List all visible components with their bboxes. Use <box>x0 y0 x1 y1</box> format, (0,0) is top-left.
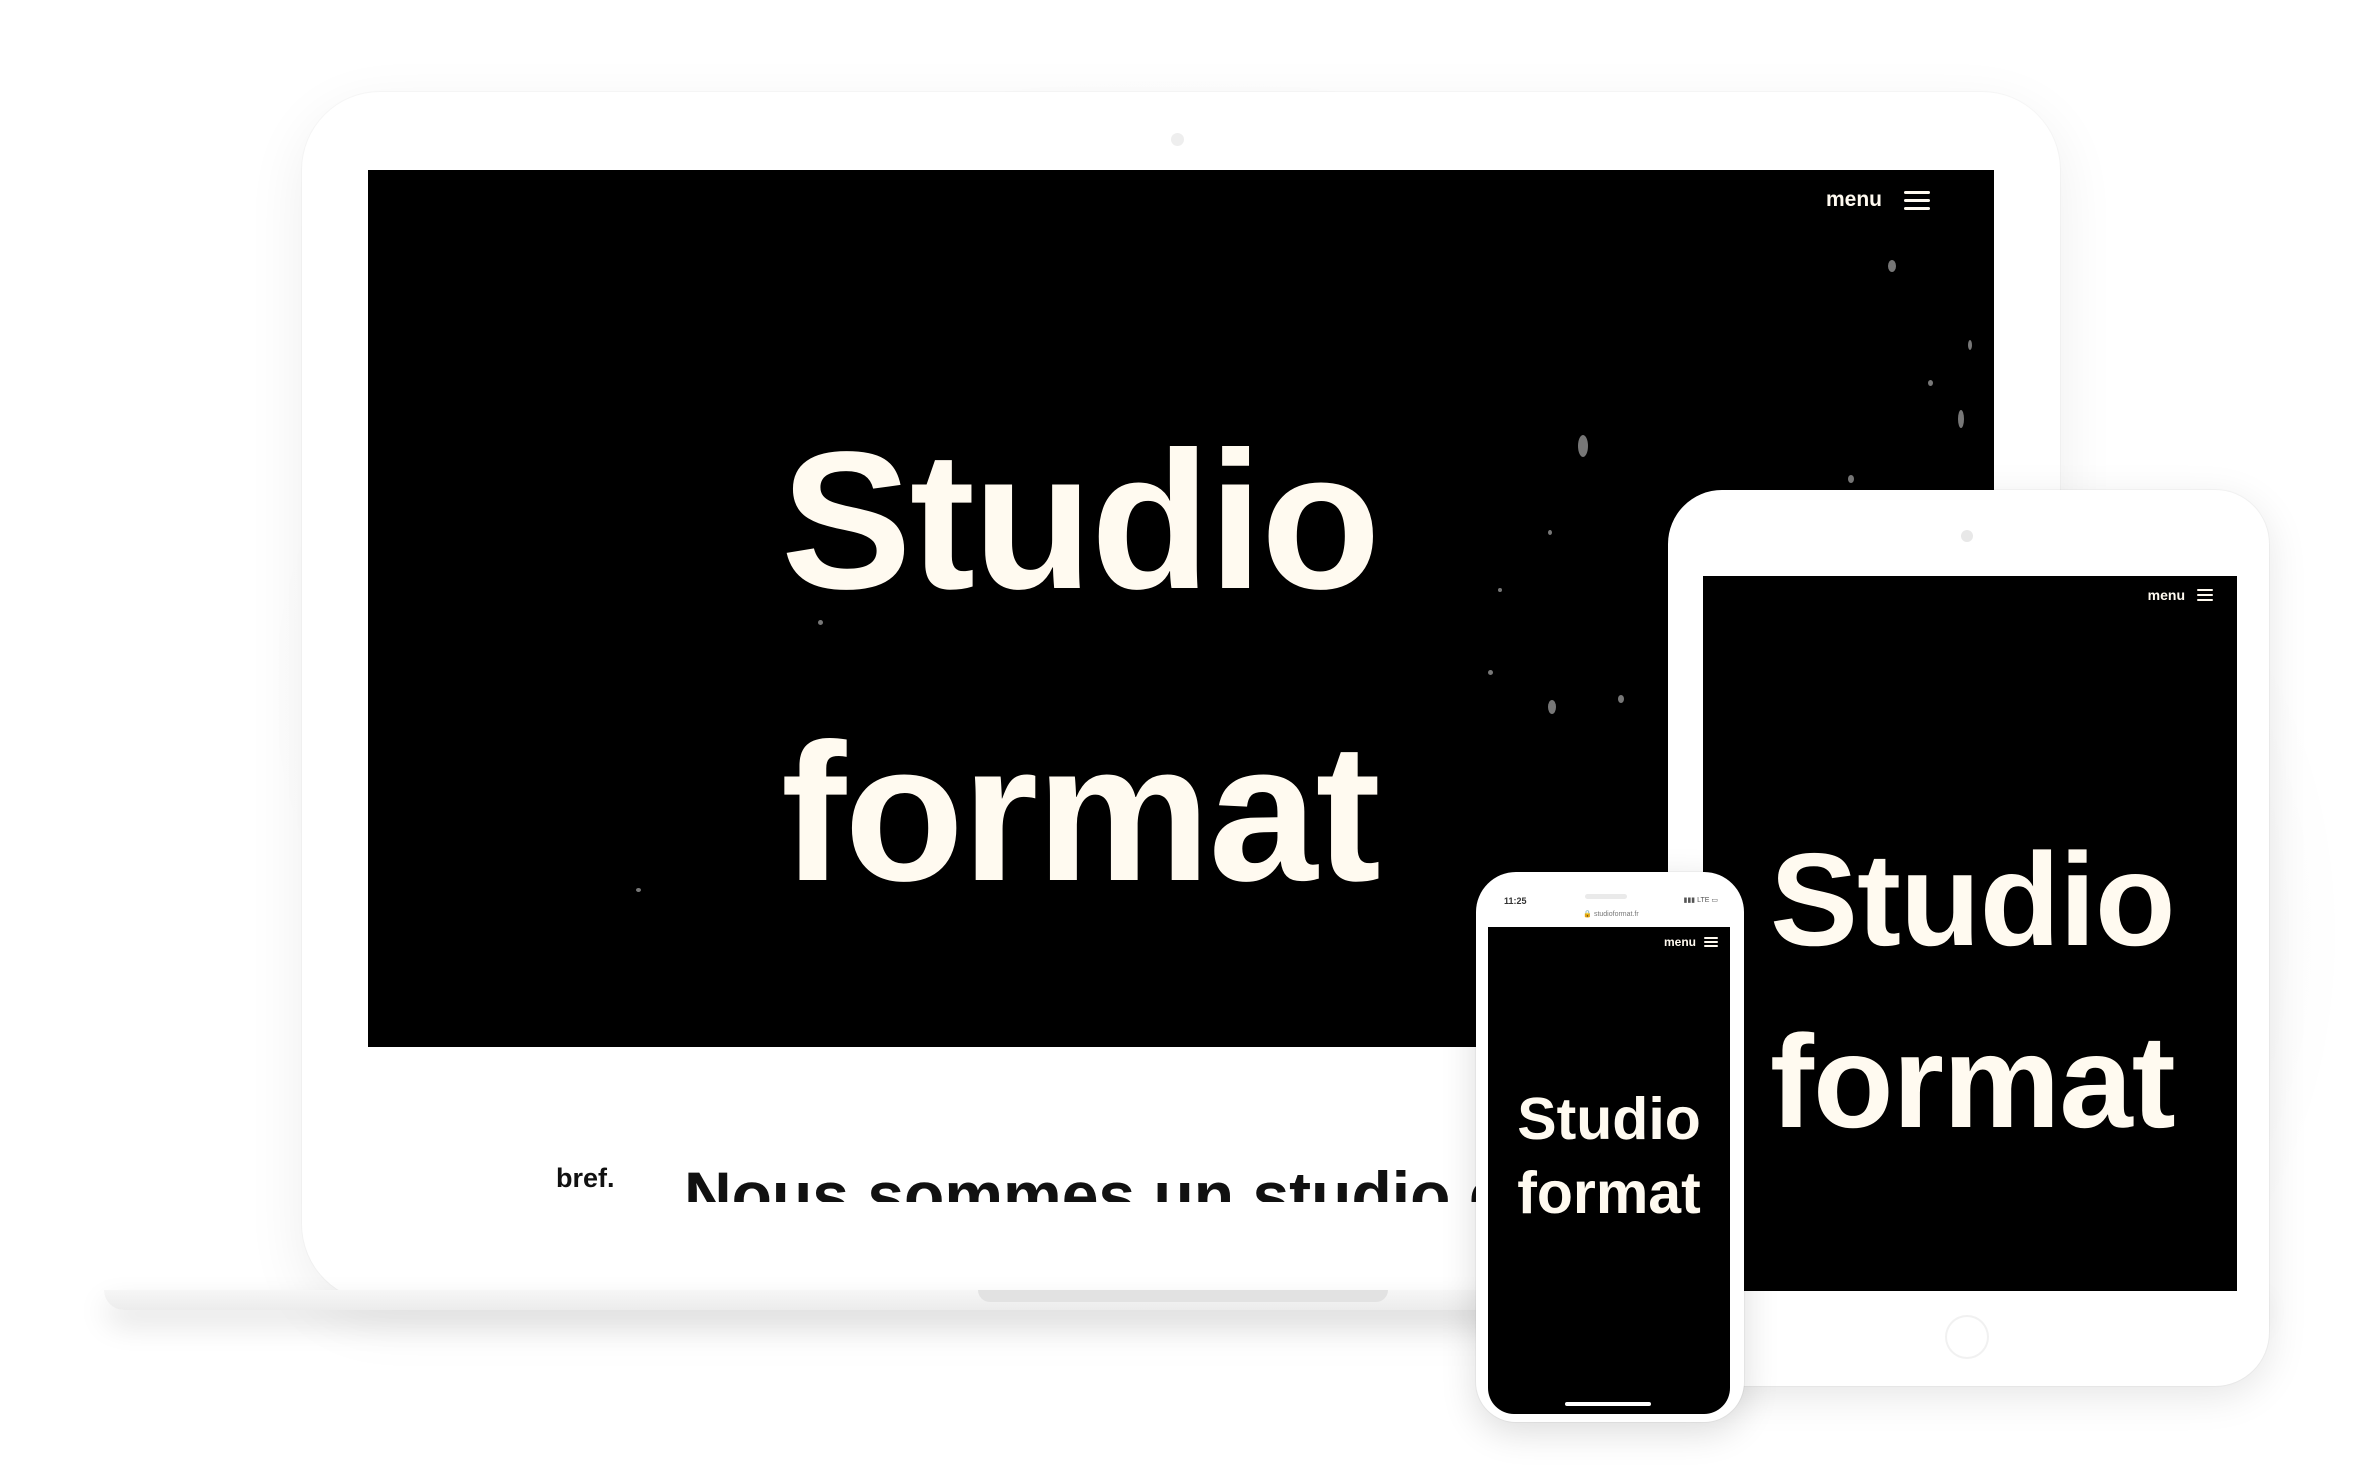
phone-screen: menu Studio format <box>1488 927 1730 1414</box>
network-label: LTE <box>1697 897 1710 904</box>
background-speck <box>1578 435 1588 457</box>
hero-title-line-1: Studio <box>781 411 1381 630</box>
tablet-menu-button[interactable]: menu <box>2148 584 2213 606</box>
home-indicator[interactable] <box>1565 1402 1651 1406</box>
menu-label: menu <box>1663 935 1696 949</box>
hero-title-line-2: format <box>1770 1008 2176 1155</box>
background-speck <box>1618 695 1624 703</box>
background-speck <box>1498 588 1502 592</box>
hero-title: Studio format <box>1770 809 2176 1173</box>
phone-status-bar: 11:25 ▮▮▮ LTE ▭ 🔒 studioformat.fr <box>1500 890 1722 928</box>
laptop-base-notch <box>978 1290 1388 1302</box>
tablet-home-button[interactable] <box>1945 1315 1989 1359</box>
signal-status: ▮▮▮ LTE ▭ <box>1684 896 1718 904</box>
hamburger-menu-icon <box>1704 937 1718 947</box>
hero-title-line-1: Studio <box>1517 1086 1701 1152</box>
laptop-camera <box>1171 133 1184 146</box>
address-bar[interactable]: 🔒 studioformat.fr <box>1500 910 1722 918</box>
background-speck <box>1548 700 1556 714</box>
battery-icon: ▭ <box>1709 897 1718 904</box>
background-speck <box>1928 380 1933 386</box>
hamburger-menu-icon <box>1904 190 1930 210</box>
background-speck <box>1958 410 1964 428</box>
phone-menu-button[interactable]: menu <box>1664 933 1718 951</box>
hero-title-line-2: format <box>781 703 1381 922</box>
phone-speaker <box>1585 894 1627 899</box>
signal-bars-icon: ▮▮▮ <box>1683 897 1698 904</box>
hero-title: Studio format <box>781 375 1381 959</box>
hamburger-menu-icon <box>2197 589 2213 601</box>
tablet-camera <box>1961 530 1973 542</box>
background-speck <box>1488 670 1493 675</box>
background-speck <box>636 888 641 892</box>
url-text: studioformat.fr <box>1593 911 1639 918</box>
background-speck <box>1888 260 1896 272</box>
background-speck <box>1968 340 1972 350</box>
hero-title-line-2: format <box>1517 1160 1701 1226</box>
lock-icon: 🔒 <box>1583 911 1592 918</box>
background-speck <box>1548 530 1552 535</box>
hero-title: Studio format <box>1488 1082 1730 1230</box>
menu-label: menu <box>2147 587 2185 603</box>
laptop-menu-button[interactable]: menu <box>1826 186 1930 214</box>
menu-label: menu <box>1825 188 1882 211</box>
tablet-screen: menu Studio format <box>1703 576 2237 1291</box>
hero-title-line-1: Studio <box>1770 826 2176 973</box>
status-time: 11:25 <box>1504 896 1527 906</box>
section-label: bref. <box>556 1163 615 1193</box>
